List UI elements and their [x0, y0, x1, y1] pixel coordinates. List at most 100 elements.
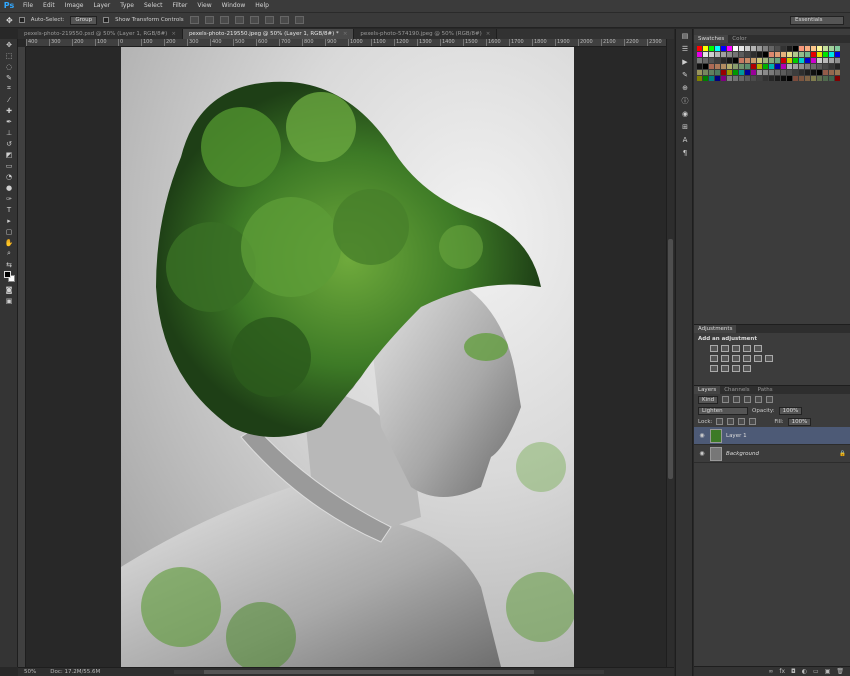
color-swatch[interactable] — [823, 76, 828, 81]
color-swatch[interactable] — [793, 70, 798, 75]
color-swatch[interactable] — [817, 46, 822, 51]
quick-select-tool-icon[interactable]: ✎ — [0, 72, 18, 83]
new-adjustment-icon[interactable]: ◐ — [802, 668, 807, 675]
gradient-map-icon[interactable] — [754, 345, 762, 352]
color-swatch[interactable] — [835, 64, 840, 69]
marquee-tool-icon[interactable]: ⬚ — [0, 50, 18, 61]
dodge-tool-icon[interactable]: ● — [0, 182, 18, 193]
align-bottom-icon[interactable] — [219, 16, 229, 24]
color-swatch[interactable] — [775, 58, 780, 63]
close-icon[interactable]: × — [343, 31, 348, 37]
delete-layer-icon[interactable]: 🗑 — [836, 668, 844, 675]
shape-tool-icon[interactable]: ▢ — [0, 226, 18, 237]
color-swatch[interactable] — [787, 58, 792, 63]
color-swatch[interactable] — [739, 58, 744, 63]
tab-paths[interactable]: Paths — [754, 386, 777, 394]
color-swatch[interactable] — [793, 46, 798, 51]
move-tool-icon[interactable]: ✥ — [6, 16, 13, 25]
layer-row[interactable]: ◉ Layer 1 — [694, 427, 850, 445]
brush-tool-icon[interactable]: ✒ — [0, 116, 18, 127]
color-swatch[interactable] — [769, 70, 774, 75]
color-swatch[interactable] — [715, 76, 720, 81]
color-swatch[interactable] — [727, 76, 732, 81]
color-swatch[interactable] — [751, 58, 756, 63]
color-swatch[interactable] — [745, 52, 750, 57]
color-swatch[interactable] — [829, 76, 834, 81]
link-layers-icon[interactable]: ∞ — [768, 668, 773, 675]
swatch-grid[interactable] — [697, 46, 841, 81]
history-brush-icon[interactable]: ↺ — [0, 138, 18, 149]
info-icon[interactable]: ⓘ — [676, 94, 694, 107]
color-swatch[interactable] — [787, 46, 792, 51]
color-swatch[interactable] — [703, 58, 708, 63]
document-tab[interactable]: pexels-photo-219550.psd @ 50% (Layer 1, … — [18, 29, 183, 39]
auto-select-dropdown[interactable]: Group — [70, 15, 98, 25]
color-swatch[interactable] — [757, 64, 762, 69]
menu-type[interactable]: Type — [115, 0, 139, 12]
menu-file[interactable]: File — [18, 0, 38, 12]
color-swatch[interactable] — [739, 70, 744, 75]
color-balance-icon[interactable] — [732, 355, 740, 362]
color-swatch[interactable] — [799, 76, 804, 81]
kind-filter-dropdown[interactable]: Kind — [698, 395, 719, 404]
color-swatch[interactable] — [787, 70, 792, 75]
new-group-icon[interactable]: ▭ — [813, 668, 819, 675]
type-filter-icon[interactable] — [744, 396, 752, 403]
zoom-level[interactable]: 50% — [24, 669, 36, 675]
color-swatch[interactable] — [739, 64, 744, 69]
color-swatch[interactable] — [733, 52, 738, 57]
stamp-tool-icon[interactable]: ⊥ — [0, 127, 18, 138]
vertical-scrollbar[interactable] — [666, 39, 674, 667]
pixel-filter-icon[interactable] — [722, 396, 730, 403]
play-icon[interactable]: ▶ — [676, 55, 694, 68]
color-swatch[interactable] — [817, 76, 822, 81]
menu-image[interactable]: Image — [60, 0, 89, 12]
align-center-icon[interactable] — [249, 16, 259, 24]
blur-tool-icon[interactable]: ◔ — [0, 171, 18, 182]
color-swatch[interactable] — [745, 76, 750, 81]
color-swatch[interactable] — [787, 52, 792, 57]
color-swatch[interactable] — [835, 58, 840, 63]
color-swatch[interactable] — [829, 70, 834, 75]
doc-size[interactable]: Doc: 17.2M/55.6M — [50, 669, 100, 675]
color-swatch[interactable] — [727, 64, 732, 69]
color-swatch[interactable] — [703, 52, 708, 57]
color-swatch[interactable] — [805, 46, 810, 51]
color-swatch[interactable] — [805, 58, 810, 63]
color-swatch[interactable] — [775, 46, 780, 51]
invert-icon[interactable] — [710, 365, 718, 372]
navigator-icon[interactable]: ⊞ — [676, 120, 694, 133]
auto-select-checkbox[interactable] — [18, 17, 25, 23]
3d-mode-icon[interactable] — [294, 16, 304, 24]
path-select-icon[interactable]: ▸ — [0, 215, 18, 226]
color-swatch[interactable] — [793, 64, 798, 69]
color-swatch[interactable] — [721, 76, 726, 81]
color-swatch[interactable] — [757, 70, 762, 75]
color-swatch[interactable] — [703, 76, 708, 81]
tab-layers[interactable]: Layers — [694, 386, 721, 394]
color-swatch[interactable] — [769, 58, 774, 63]
color-swatch[interactable] — [763, 76, 768, 81]
color-swatch[interactable] — [829, 58, 834, 63]
menu-select[interactable]: Select — [139, 0, 168, 12]
paragraph-icon[interactable]: ¶ — [676, 146, 694, 159]
color-swatch[interactable] — [733, 70, 738, 75]
color-swatch[interactable] — [793, 76, 798, 81]
vibrance-icon[interactable] — [710, 355, 718, 362]
document-tab-active[interactable]: pexels-photo-219550.jpeg @ 50% (Layer 1,… — [182, 29, 355, 39]
color-swatch[interactable] — [829, 52, 834, 57]
color-swatch[interactable] — [817, 64, 822, 69]
tab-channels[interactable]: Channels — [720, 386, 753, 394]
levels-icon[interactable] — [721, 345, 729, 352]
visibility-eye-icon[interactable]: ◉ — [698, 432, 706, 439]
color-swatch[interactable] — [811, 64, 816, 69]
color-swatch[interactable] — [697, 76, 702, 81]
color-swatch[interactable] — [769, 64, 774, 69]
horizontal-scrollbar[interactable] — [174, 670, 605, 674]
color-swatch[interactable] — [799, 64, 804, 69]
layer-style-icon[interactable]: fx — [779, 668, 785, 675]
exposure-icon[interactable] — [743, 345, 751, 352]
color-swatch[interactable] — [733, 58, 738, 63]
color-swatch[interactable] — [709, 76, 714, 81]
color-swatch[interactable] — [709, 46, 714, 51]
